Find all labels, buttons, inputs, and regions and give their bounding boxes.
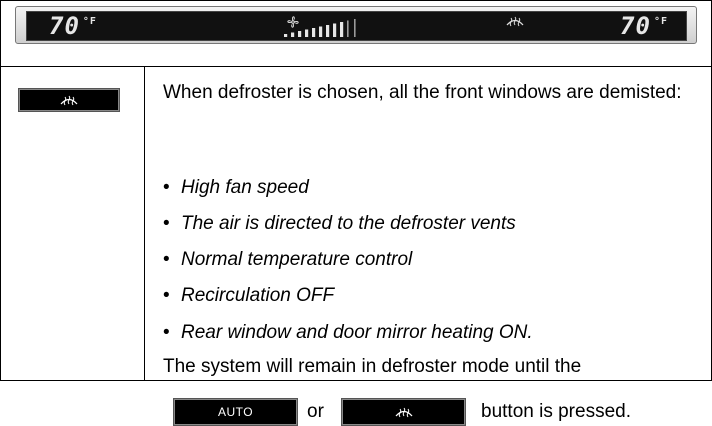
list-item: Recirculation OFF — [163, 285, 334, 307]
remain-text: The system will remain in defroster mode… — [163, 356, 582, 377]
fan-speed-bar — [340, 22, 344, 37]
fan-speed-bar — [305, 29, 309, 37]
fan-speed-bar — [326, 25, 330, 37]
defroster-button[interactable] — [18, 88, 120, 112]
right-temperature-unit: °F — [653, 16, 668, 27]
left-temperature-unit: °F — [82, 16, 97, 27]
button-column — [0, 67, 145, 380]
pressed-text: button is pressed. — [481, 401, 631, 422]
fan-speed-bar — [312, 28, 316, 37]
display-bezel: 70 °F 70 °F — [15, 6, 697, 44]
fan-speed-bars — [284, 19, 356, 37]
list-item: Normal temperature control — [163, 249, 412, 271]
list-item: High fan speed — [163, 177, 309, 199]
list-item: The air is directed to the defroster ven… — [163, 213, 516, 235]
right-temperature-value: 70 — [620, 12, 651, 40]
windshield-defroster-icon — [395, 407, 412, 418]
list-item: Rear window and door mirror heating ON. — [163, 322, 533, 344]
fan-speed-bar — [298, 31, 302, 37]
left-temperature-readout: 70 °F — [49, 13, 97, 39]
or-text: or — [307, 401, 324, 422]
climate-display-panel: 70 °F 70 °F — [1, 1, 711, 67]
left-temperature-value: 70 — [49, 12, 80, 40]
fan-speed-bar — [319, 26, 323, 37]
defroster-indicator-icon — [506, 16, 524, 27]
defroster-button-inline[interactable] — [341, 398, 466, 426]
intro-text: When defroster is chosen, all the front … — [163, 82, 682, 103]
fan-speed-bar — [333, 23, 337, 37]
fan-speed-bar — [291, 32, 295, 37]
auto-button[interactable]: AUTO — [173, 398, 298, 426]
fan-speed-bar — [284, 34, 288, 37]
right-temperature-readout: 70 °F — [620, 13, 668, 39]
fan-speed-bar — [354, 19, 356, 37]
fan-speed-bar — [347, 20, 349, 37]
windshield-defroster-icon — [60, 95, 78, 106]
climate-display: 70 °F 70 °F — [26, 11, 687, 41]
